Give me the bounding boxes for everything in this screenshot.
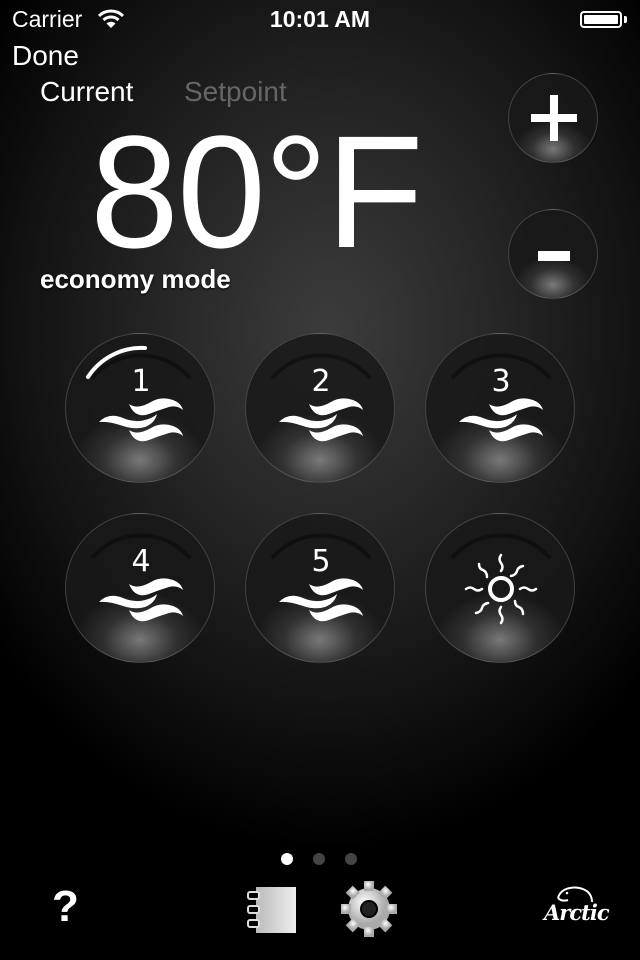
fan-waves-icon bbox=[459, 398, 543, 442]
sun-icon bbox=[464, 553, 538, 625]
page-dot-1[interactable] bbox=[281, 853, 293, 865]
battery-icon bbox=[580, 11, 622, 28]
fan-speed-2-button[interactable]: 2 bbox=[245, 333, 395, 483]
done-button[interactable]: Done bbox=[12, 40, 79, 72]
increase-button[interactable] bbox=[508, 73, 598, 163]
brand-name: Arctic bbox=[544, 900, 610, 925]
fan-speed-1-button[interactable]: 1 bbox=[65, 333, 215, 483]
page-dot-2[interactable] bbox=[313, 853, 325, 865]
decrease-button[interactable] bbox=[508, 209, 598, 299]
fan-speed-5-button[interactable]: 5 bbox=[245, 513, 395, 663]
fan-waves-icon bbox=[279, 578, 363, 622]
temperature-display: 80°F bbox=[90, 102, 424, 281]
status-time: 10:01 AM bbox=[269, 6, 371, 32]
fan-speed-4-button[interactable]: 4 bbox=[65, 513, 215, 663]
mode-label: economy mode bbox=[40, 264, 231, 294]
fan-waves-icon bbox=[279, 398, 363, 442]
battery-tip bbox=[624, 16, 627, 23]
brand-logo: Arctic bbox=[540, 884, 610, 930]
help-button[interactable]: ? bbox=[52, 882, 79, 932]
notebook-icon[interactable] bbox=[246, 886, 300, 934]
gear-icon[interactable] bbox=[340, 880, 398, 938]
fan-speed-3-button[interactable]: 3 bbox=[425, 333, 575, 483]
page-dot-3[interactable] bbox=[345, 853, 357, 865]
heat-mode-button[interactable] bbox=[425, 513, 575, 663]
fan-waves-icon bbox=[99, 578, 183, 622]
fan-waves-icon bbox=[99, 398, 183, 442]
